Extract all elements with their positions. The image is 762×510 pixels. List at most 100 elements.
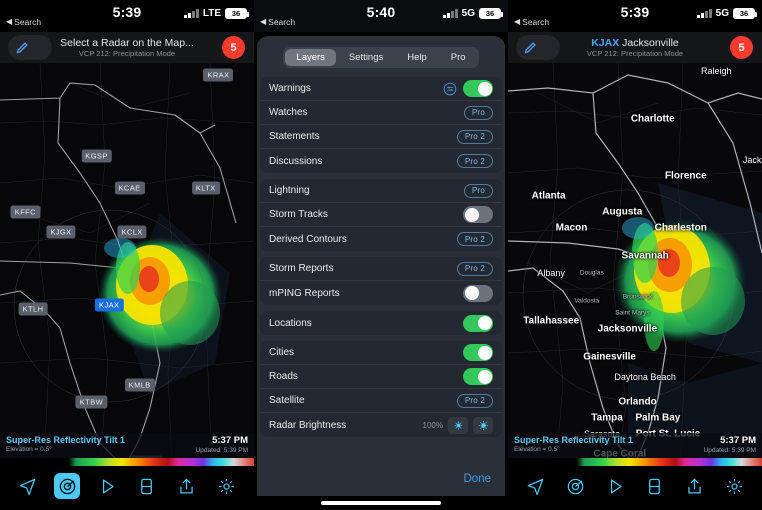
panels-icon-3[interactable] bbox=[642, 473, 668, 499]
play-icon[interactable] bbox=[94, 473, 120, 499]
sun-large-icon bbox=[478, 420, 488, 430]
city-label-orlando: Orlando bbox=[618, 396, 657, 408]
pro-badge[interactable]: Pro 2 bbox=[456, 261, 493, 276]
signal-bars-icon bbox=[184, 9, 199, 18]
back-caret-icon: ◀ bbox=[6, 17, 13, 26]
row-watches[interactable]: Watches Pro bbox=[260, 101, 502, 125]
toggle-mping-reports[interactable] bbox=[463, 284, 493, 302]
row-cities[interactable]: Cities bbox=[260, 341, 502, 365]
station-city: Jacksonville bbox=[622, 36, 679, 49]
city-label-daytona-beach: Daytona Beach bbox=[614, 372, 676, 383]
draw-tool-button-3[interactable] bbox=[516, 35, 560, 60]
row-storm-tracks[interactable]: Storm Tracks bbox=[260, 203, 502, 227]
navigate-icon[interactable] bbox=[15, 473, 41, 499]
tab-help[interactable]: Help bbox=[396, 49, 438, 66]
pro-badge[interactable]: Pro 2 bbox=[456, 154, 493, 168]
filter-icon[interactable] bbox=[443, 82, 457, 96]
toggle-storm-tracks[interactable] bbox=[463, 206, 493, 223]
row-satellite[interactable]: Satellite Pro 2 bbox=[260, 389, 502, 413]
row-warnings[interactable]: Warnings bbox=[260, 77, 502, 101]
brightness-increase-button[interactable] bbox=[473, 416, 493, 434]
back-to-search-link[interactable]: ◀ Search bbox=[6, 17, 41, 27]
tab-bar: Layers Settings Help Pro bbox=[257, 36, 505, 77]
station-label-kclx[interactable]: KCLX bbox=[117, 225, 147, 239]
updated-time-3: Updated: 5:39 PM bbox=[703, 447, 756, 454]
toggle-locations[interactable] bbox=[463, 314, 493, 332]
radar-icon[interactable] bbox=[54, 473, 81, 499]
back-to-search-link-2[interactable]: ◀ Search bbox=[260, 17, 295, 27]
station-label-kmlb[interactable]: KMLB bbox=[124, 378, 155, 392]
bottom-toolbar-3 bbox=[508, 466, 762, 506]
alert-badge[interactable]: 5 bbox=[222, 36, 245, 59]
panels-icon[interactable] bbox=[134, 473, 160, 499]
tab-pro[interactable]: Pro bbox=[440, 49, 477, 66]
map-header: Select a Radar on the Map... VCP 212: Pr… bbox=[0, 32, 254, 63]
station-label-krax[interactable]: KRAX bbox=[203, 68, 234, 82]
gear-icon[interactable] bbox=[213, 473, 239, 499]
radar-map-1[interactable]: KRAX KGSP KCAE KLTX KFFC KJGX KCLX KTLH … bbox=[0, 63, 254, 466]
vcp-mode-label-3: VCP 212: Precipitation Mode bbox=[586, 48, 684, 58]
row-roads[interactable]: Roads bbox=[260, 365, 502, 389]
signal-bars-icon-2 bbox=[443, 9, 458, 18]
draw-tool-button[interactable] bbox=[8, 35, 52, 60]
city-label-brunswick: Brunswick bbox=[622, 293, 653, 301]
toggle-roads[interactable] bbox=[463, 368, 493, 385]
tab-layers[interactable]: Layers bbox=[285, 49, 336, 66]
gear-icon-3[interactable] bbox=[721, 473, 747, 499]
station-label-kltx[interactable]: KLTX bbox=[191, 181, 220, 195]
reflectivity-color-scale-3 bbox=[508, 458, 762, 466]
city-label-raleigh: Raleigh bbox=[701, 66, 732, 77]
pro-badge[interactable]: Pro 2 bbox=[456, 129, 493, 144]
radar-map-3[interactable]: Raleigh Charlotte Jacks Florence Atlanta… bbox=[508, 63, 762, 466]
toggle-cities[interactable] bbox=[463, 344, 493, 361]
battery-icon-2: 36 bbox=[479, 8, 503, 19]
station-label-kgsp[interactable]: KGSP bbox=[81, 149, 112, 163]
radar-icon-3[interactable] bbox=[562, 473, 588, 499]
pro-badge[interactable]: Pro bbox=[463, 183, 493, 198]
navigate-icon-3[interactable] bbox=[523, 473, 549, 499]
back-to-search-link-3[interactable]: ◀ Search bbox=[514, 17, 549, 27]
pro-badge[interactable]: Pro 2 bbox=[456, 393, 493, 408]
city-label-gainesville: Gainesville bbox=[583, 351, 636, 363]
row-mping-reports[interactable]: mPING Reports bbox=[260, 281, 502, 305]
back-caret-icon-3: ◀ bbox=[514, 17, 521, 26]
row-lightning[interactable]: Lightning Pro bbox=[260, 179, 502, 203]
updated-time: Updated: 5:39 PM bbox=[195, 447, 248, 454]
battery-icon-3: 36 bbox=[733, 8, 757, 19]
row-discussions[interactable]: Discussions Pro 2 bbox=[260, 149, 502, 173]
share-icon[interactable] bbox=[173, 473, 199, 499]
play-icon-3[interactable] bbox=[602, 473, 628, 499]
tab-settings[interactable]: Settings bbox=[338, 49, 394, 66]
row-label: Derived Contours bbox=[269, 233, 347, 245]
pro-badge[interactable]: Pro 2 bbox=[456, 232, 493, 246]
toggle-warnings[interactable] bbox=[463, 80, 493, 97]
row-radar-brightness[interactable]: Radar Brightness 100% bbox=[260, 413, 502, 437]
station-label-ktbw[interactable]: KTBW bbox=[75, 395, 108, 409]
alert-badge-3[interactable]: 5 bbox=[730, 36, 753, 59]
row-label: Storm Reports bbox=[269, 263, 334, 274]
status-bar-2: 5:40 ◀ Search 5G 36 bbox=[254, 0, 508, 32]
station-label-ktlh[interactable]: KTLH bbox=[18, 302, 48, 316]
group-basemap: Cities Roads Satellite Pro 2 Radar Brigh… bbox=[260, 341, 502, 437]
station-label-kjax[interactable]: KJAX bbox=[95, 298, 124, 312]
home-indicator-2 bbox=[254, 496, 508, 510]
pro-badge[interactable]: Pro bbox=[463, 105, 493, 120]
station-label-kffc[interactable]: KFFC bbox=[10, 205, 40, 219]
legend-row-3: Super-Res Reflectivity Tilt 1 Elevation … bbox=[508, 433, 762, 458]
row-locations[interactable]: Locations bbox=[260, 311, 502, 335]
row-storm-reports[interactable]: Storm Reports Pro 2 bbox=[260, 257, 502, 281]
bottom-toolbar-1 bbox=[0, 466, 254, 506]
share-icon-3[interactable] bbox=[681, 473, 707, 499]
brightness-decrease-button[interactable] bbox=[448, 416, 468, 434]
row-statements[interactable]: Statements Pro 2 bbox=[260, 125, 502, 149]
station-label-kjgx[interactable]: KJGX bbox=[46, 225, 76, 239]
home-indicator-3 bbox=[508, 506, 762, 510]
vcp-mode-label: VCP 212: Precipitation Mode bbox=[78, 48, 176, 58]
station-label-kcae[interactable]: KCAE bbox=[114, 181, 145, 195]
row-label: Locations bbox=[269, 317, 312, 329]
brightness-percent: 100% bbox=[422, 420, 443, 430]
phone-panel-kjax-radar: 5:39 ◀ Search 5G 36 KJAX Jacksonville VC… bbox=[508, 0, 762, 510]
done-button[interactable]: Done bbox=[464, 473, 492, 485]
back-label-2: Search bbox=[268, 17, 296, 27]
row-derived-contours[interactable]: Derived Contours Pro 2 bbox=[260, 227, 502, 251]
